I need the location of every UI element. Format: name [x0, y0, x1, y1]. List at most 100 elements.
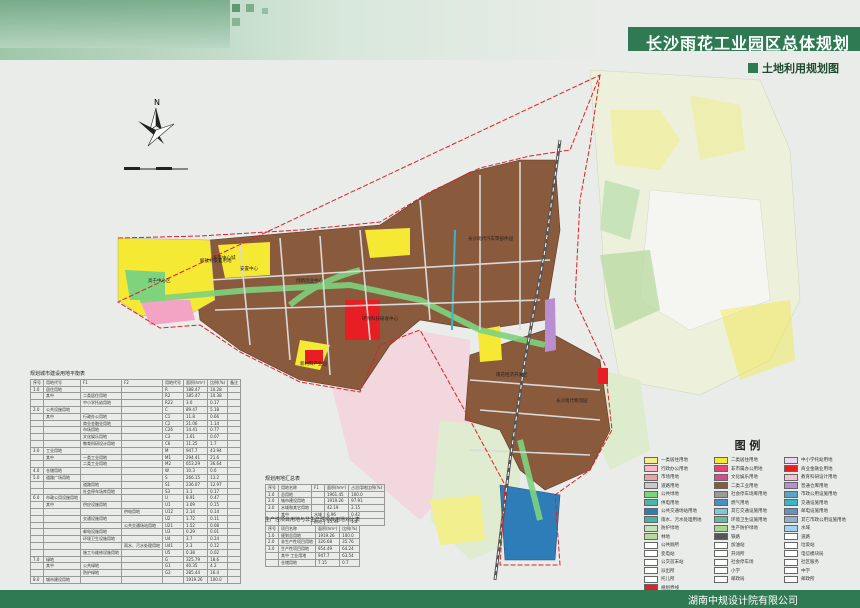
table-cell	[227, 548, 242, 557]
table-cell	[121, 460, 163, 469]
table-cell: 1.7	[207, 439, 229, 448]
table-row: 3.0 生产性项目用地 954.49 64.24	[265, 545, 361, 553]
legend-swatch	[784, 550, 798, 558]
table-cell: 教育科研设计用地	[80, 439, 122, 448]
legend-swatch	[714, 541, 728, 549]
legend-item: 邮电设施用地	[784, 507, 854, 515]
legend-swatch	[644, 558, 658, 566]
table-cell	[43, 541, 81, 550]
legend-item: 市场用地	[644, 473, 714, 481]
legend-swatch	[644, 575, 658, 583]
legend-item: 生产防护绿地	[714, 524, 784, 532]
table-cell: 100.0	[348, 490, 386, 499]
table-row: 公共交通场站用地 U21 1.52 0.08	[30, 521, 242, 530]
legend-label: 二类工业用地	[731, 483, 758, 489]
table-cell: U2	[162, 514, 184, 523]
table-cell: 0.77	[207, 426, 229, 435]
table-cell: 0.7	[339, 558, 361, 567]
table-cell: 2.0	[30, 405, 44, 414]
table-cell: 326.68	[314, 538, 341, 547]
legend-label: 供电用地	[661, 500, 679, 506]
table-row: 市场用地 C26 14.41 0.77	[30, 426, 242, 435]
table-header-cell: 用地代号	[162, 378, 184, 387]
table-cell	[227, 575, 242, 584]
table-cell	[227, 453, 242, 462]
table-cell: 1.0	[30, 385, 44, 394]
legend-label: 公共交通场站用地	[661, 509, 697, 515]
table-cell	[121, 473, 163, 482]
table-cell	[227, 433, 242, 441]
legend-swatch	[714, 533, 728, 541]
table-cell: 其中	[43, 453, 81, 462]
table-cell: 3.0	[30, 446, 44, 455]
table-cell: 42.19	[323, 504, 350, 512]
legend-item: 道路用地	[644, 482, 714, 490]
legend-label: 一类居住用地	[661, 458, 688, 464]
table-cell: 市场用地	[80, 426, 122, 435]
table-cell: 10.38	[207, 392, 229, 401]
legend-swatch	[714, 490, 728, 498]
table-cell	[311, 490, 325, 499]
legend-swatch	[644, 541, 658, 549]
table-cell: M1	[162, 453, 184, 462]
table-header-cell: 比例(%)	[339, 524, 361, 533]
table-row: 7.0 绿地 G 325.79 18.6	[30, 555, 242, 564]
table-cell	[30, 501, 44, 509]
table-cell: 0.02	[207, 548, 229, 557]
table-cell: 防护绿地	[80, 569, 122, 577]
table-cell: U41	[162, 541, 184, 550]
legend-label: 生产防护绿地	[731, 526, 758, 532]
table-cell	[30, 535, 44, 543]
table-row: 其中 一类工业用地 M1 294.41 21.6	[30, 453, 242, 462]
table-cell: 18.6	[207, 555, 229, 564]
table-cell: 规划总用地	[278, 531, 316, 540]
table-cell	[121, 555, 163, 564]
legend-item: 变电站	[644, 550, 714, 558]
table-cell	[30, 392, 44, 401]
legend-item: 交通设施用地	[784, 499, 854, 507]
table-cell: U4	[162, 535, 184, 543]
table-cell: 3.09	[182, 501, 209, 509]
legend-item: 燃气用地	[714, 499, 784, 507]
map-label: 高于中心区	[148, 277, 171, 284]
legend-label: 市政公用设施用地	[801, 492, 837, 498]
table-row: 4.0 仓储用地 W 10.3 0.6	[30, 467, 242, 475]
legend-swatch	[644, 516, 658, 524]
table-cell: U21	[162, 521, 184, 530]
table-cell	[43, 507, 81, 516]
table-cell: 89.47	[182, 405, 209, 414]
table-cell	[227, 419, 242, 428]
table-cell: M	[162, 446, 184, 455]
table-cell: 3.0	[265, 504, 279, 512]
table-cell: 3.0	[265, 545, 279, 553]
legend-swatch	[714, 465, 728, 473]
land-balance-table: 规划城市建设用地平衡表 序号 用地代号 F1 F2 用地代号 面积(hm²) 比例(%) 备注…	[30, 371, 242, 584]
legend-label: 普通仓库用地	[801, 483, 828, 489]
table-row: 1.0 总用地 1961.45 100.0	[265, 490, 386, 499]
table-row: 中小学托幼用地 R22 3.0 0.17	[30, 399, 242, 407]
production-compare-table: 生产性项目用地与非生产性项目用地对比表 序号 项目名称 面积(hm²) 比例(%) 1.…	[265, 517, 361, 567]
table-cell: C3	[162, 433, 184, 441]
table-cell: R2	[162, 392, 184, 401]
table-cell	[121, 575, 163, 584]
legend-swatch	[784, 499, 798, 507]
table-cell: 其中 工业用地	[278, 551, 316, 560]
table-cell: U1	[162, 501, 184, 509]
legend-item: 环境卫生设施用地	[714, 516, 784, 524]
legend-label: 中小学托幼用地	[801, 458, 833, 464]
legend-label: 其它交通设施用地	[731, 509, 767, 515]
table-cell	[30, 453, 44, 462]
table-header-cell: 序号	[30, 378, 44, 387]
table-row: 其中 供应设施用地 U1 3.09 0.15	[30, 501, 242, 509]
table-cell	[43, 528, 81, 537]
table-cell: 653.29	[182, 460, 209, 469]
legend-swatch	[714, 473, 728, 481]
table-cell: 道路广场用地	[43, 473, 81, 482]
legend-item: 二类工业用地	[714, 482, 784, 490]
table-cell	[80, 405, 122, 414]
legend-label: 社区服务	[801, 560, 819, 566]
table1-grid: 序号 用地代号 F1 F2 用地代号 面积(hm²) 比例(%) 备注 1.0 居住用地 R 188.…	[30, 378, 242, 584]
legend-label: 环境卫生设施用地	[731, 517, 767, 523]
table-cell	[227, 392, 242, 401]
table-cell	[227, 487, 242, 496]
